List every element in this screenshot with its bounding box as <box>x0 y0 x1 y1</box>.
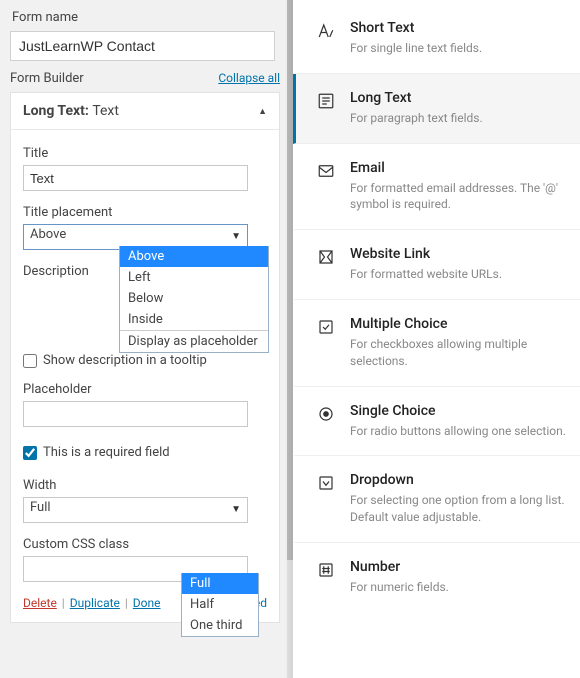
form-editor-panel: Form name Form Builder Collapse all Long… <box>0 0 293 678</box>
dropdown-option[interactable]: Below <box>120 288 268 309</box>
dropdown-option[interactable]: Half <box>182 594 258 615</box>
field-panel: Long Text: Text ▲ Title Title placement … <box>10 92 280 623</box>
field-type-title: Multiple Choice <box>350 316 566 332</box>
field-type-long-text[interactable]: Long Text For paragraph text fields. <box>293 74 580 144</box>
field-type-desc: For numeric fields. <box>350 579 449 596</box>
dropdown-option[interactable]: Full <box>182 573 258 594</box>
field-type-title: Email <box>350 160 566 176</box>
show-tooltip-row: Show description in a tooltip <box>23 353 267 368</box>
dropdown-option[interactable]: Left <box>120 267 268 288</box>
dropdown-icon <box>316 472 336 526</box>
show-tooltip-label: Show description in a tooltip <box>43 353 207 368</box>
footer-links: Delete | Duplicate | Done <box>23 596 161 610</box>
field-type-desc: For paragraph text fields. <box>350 110 483 127</box>
collapse-all-link[interactable]: Collapse all <box>218 71 280 85</box>
width-select[interactable]: Full ▼ <box>23 497 248 523</box>
radio-icon <box>316 403 336 440</box>
field-type-desc: For single line text fields. <box>350 40 482 57</box>
field-type-email[interactable]: Email For formatted email addresses. The… <box>293 144 580 231</box>
caret-down-icon: ▼ <box>231 504 241 515</box>
field-panel-header[interactable]: Long Text: Text ▲ <box>11 93 279 130</box>
placeholder-label: Placeholder <box>23 382 267 397</box>
caret-down-icon: ▼ <box>231 231 241 242</box>
dropdown-option[interactable]: Inside <box>120 309 268 330</box>
required-label: This is a required field <box>43 445 170 460</box>
show-tooltip-checkbox[interactable] <box>23 354 37 368</box>
field-type-desc: For formatted email addresses. The '@' s… <box>350 180 566 214</box>
form-name-label: Form name <box>12 10 283 25</box>
scrollbar-track <box>287 0 293 678</box>
width-label: Width <box>23 478 267 493</box>
required-row: This is a required field <box>23 445 267 460</box>
title-placement-dropdown: Above Left Below Inside Display as place… <box>119 246 269 353</box>
field-type-single-choice[interactable]: Single Choice For radio buttons allowing… <box>293 387 580 457</box>
field-type-desc: For checkboxes allowing multiple selecti… <box>350 336 566 370</box>
dropdown-option[interactable]: Above <box>120 246 268 267</box>
title-placement-label: Title placement <box>23 205 267 220</box>
field-type-multiple-choice[interactable]: Multiple Choice For checkboxes allowing … <box>293 300 580 387</box>
field-type-title: Single Choice <box>350 403 566 419</box>
required-checkbox[interactable] <box>23 446 37 460</box>
placeholder-input[interactable] <box>23 401 248 427</box>
number-icon <box>316 559 336 596</box>
field-type-desc: For radio buttons allowing one selection… <box>350 423 566 440</box>
field-type-title: Long Text <box>350 90 483 106</box>
delete-link[interactable]: Delete <box>23 596 57 610</box>
dropdown-option[interactable]: Display as placeholder <box>120 330 268 352</box>
form-builder-label: Form Builder <box>10 71 84 86</box>
duplicate-link[interactable]: Duplicate <box>70 596 120 610</box>
field-type-short-text[interactable]: Short Text For single line text fields. <box>293 4 580 74</box>
title-placement-value: Above <box>30 227 66 242</box>
width-dropdown: Full Half One third <box>181 573 259 637</box>
checkbox-icon <box>316 316 336 370</box>
email-icon <box>316 160 336 214</box>
width-value: Full <box>30 500 51 515</box>
field-type-number[interactable]: Number For numeric fields. <box>293 543 580 612</box>
scrollbar-thumb[interactable] <box>287 0 293 560</box>
field-type-title: Short Text <box>350 20 482 36</box>
field-type-title: Website Link <box>350 246 502 262</box>
field-type-list: Short Text For single line text fields. … <box>293 0 580 678</box>
custom-css-label: Custom CSS class <box>23 537 267 552</box>
field-type-title: Dropdown <box>350 472 566 488</box>
field-type-dropdown[interactable]: Dropdown For selecting one option from a… <box>293 456 580 543</box>
chevron-up-icon: ▲ <box>258 106 267 117</box>
title-input[interactable] <box>23 165 248 191</box>
field-panel-body: Title Title placement Above ▼ Descriptio… <box>11 130 279 622</box>
field-panel-title: Long Text: Text <box>23 103 119 119</box>
field-type-desc: For formatted website URLs. <box>350 266 502 283</box>
done-link[interactable]: Done <box>133 596 161 610</box>
field-type-title: Number <box>350 559 449 575</box>
field-type-desc: For selecting one option from a long lis… <box>350 492 566 526</box>
long-text-icon <box>316 90 336 127</box>
form-name-input[interactable] <box>10 31 275 61</box>
title-label: Title <box>23 146 267 161</box>
dropdown-option[interactable]: One third <box>182 615 258 636</box>
field-type-website-link[interactable]: Website Link For formatted website URLs. <box>293 230 580 300</box>
short-text-icon <box>316 20 336 57</box>
link-icon <box>316 246 336 283</box>
